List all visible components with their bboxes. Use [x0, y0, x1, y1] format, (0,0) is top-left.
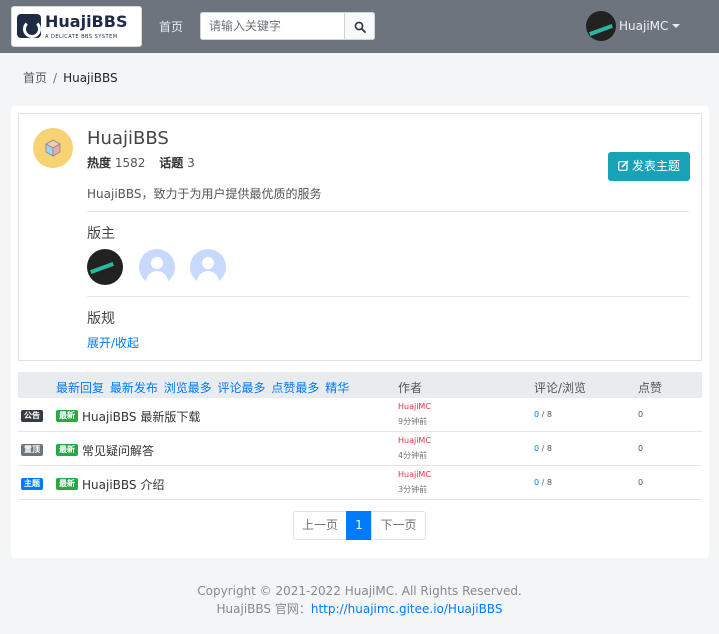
moderator-avatar[interactable]	[87, 249, 123, 285]
post-topic-label: 发表主题	[631, 159, 680, 173]
logo-mark-icon	[17, 14, 41, 38]
divider	[87, 296, 689, 297]
user-name: HuajiMC	[619, 19, 669, 33]
table-row[interactable]: 置顶 最新 常见疑问解答 HuajiMC 4分钟前 0 / 8 0	[18, 432, 702, 466]
prev-page-button[interactable]: 上一页	[293, 511, 347, 540]
logo-title: HuajiBBS	[45, 12, 128, 31]
topic-title-link[interactable]: HuajiBBS 最新版下载	[82, 408, 200, 425]
like-count: 0	[638, 410, 644, 419]
topic-title-link[interactable]: HuajiBBS 介绍	[82, 476, 164, 493]
cube-icon	[45, 139, 61, 157]
post-topic-button[interactable]: 发表主题	[608, 152, 690, 181]
breadcrumb-separator: /	[53, 71, 58, 85]
heat-label: 热度	[87, 156, 112, 170]
type-badge: 公告	[21, 410, 43, 422]
board-title: HuajiBBS	[87, 128, 169, 149]
post-time: 3分钟前	[398, 485, 428, 494]
next-page-button[interactable]: 下一页	[371, 511, 426, 540]
search-box	[200, 12, 375, 40]
comment-count: 0	[534, 444, 540, 453]
topic-table-header: 最新回复 最新发布 浏览最多 评论最多 点赞最多 精华 作者 评论/浏览 点赞	[18, 372, 702, 398]
topic-title-link[interactable]: 常见疑问解答	[82, 442, 154, 459]
topics-label: 话题	[159, 156, 184, 170]
heat-value: 1582	[114, 156, 146, 170]
view-count: / 8	[541, 410, 552, 419]
edit-icon	[618, 160, 629, 171]
moderator-avatar[interactable]	[190, 249, 226, 285]
copyright-text: Copyright © 2021-2022 HuajiMC. All Right…	[197, 584, 522, 598]
site-link[interactable]: http://huajimc.gitee.io/HuajiBBS	[311, 602, 503, 616]
topics-value: 3	[187, 156, 195, 170]
type-badge: 主题	[21, 478, 43, 490]
divider	[87, 211, 689, 212]
search-button[interactable]	[345, 12, 375, 40]
logo-subtitle: A DELICATE BBS SYSTEM	[45, 34, 118, 40]
site-label: HuajiBBS 官网：	[216, 602, 311, 616]
site-logo[interactable]: HuajiBBS A DELICATE BBS SYSTEM	[11, 6, 142, 47]
page-number-button[interactable]: 1	[346, 511, 372, 540]
like-count: 0	[638, 444, 644, 453]
comment-view-count: 0 / 8	[534, 410, 552, 419]
sort-most-commented[interactable]: 评论最多	[218, 381, 266, 395]
main-card: HuajiBBS 热度 1582 话题 3 HuajiBBS，致力于为用户提供最…	[11, 106, 709, 558]
user-avatar	[586, 11, 616, 41]
sort-most-viewed[interactable]: 浏览最多	[164, 381, 212, 395]
sort-latest-post[interactable]: 最新发布	[110, 381, 158, 395]
sort-featured[interactable]: 精华	[325, 381, 349, 395]
search-icon	[354, 21, 366, 33]
navbar: HuajiBBS A DELICATE BBS SYSTEM 首页 HuajiM…	[0, 0, 719, 53]
comment-count: 0	[534, 410, 540, 419]
view-count: / 8	[541, 444, 552, 453]
author-link[interactable]: HuajiMC	[398, 402, 431, 411]
col-likes: 点赞	[638, 381, 663, 395]
breadcrumb: 首页 / HuajiBBS	[23, 69, 118, 86]
board-description: HuajiBBS，致力于为用户提供最优质的服务	[87, 187, 322, 201]
chevron-down-icon	[672, 24, 680, 28]
board-stats: 热度 1582 话题 3	[87, 154, 195, 171]
comment-view-count: 0 / 8	[534, 444, 552, 453]
footer: Copyright © 2021-2022 HuajiMC. All Right…	[0, 582, 719, 618]
breadcrumb-current: HuajiBBS	[63, 71, 118, 85]
col-views: 评论/浏览	[534, 381, 587, 395]
comment-count: 0	[534, 478, 540, 487]
new-badge: 最新	[56, 410, 78, 422]
expand-toggle-link[interactable]: 展开/收起	[87, 334, 139, 351]
rules-title: 版规	[87, 311, 115, 327]
board-info: HuajiBBS 热度 1582 话题 3 HuajiBBS，致力于为用户提供最…	[18, 113, 702, 361]
moderator-avatar[interactable]	[139, 249, 175, 285]
board-avatar	[33, 128, 73, 168]
nav-home-link[interactable]: 首页	[159, 18, 183, 35]
type-badge: 置顶	[21, 444, 43, 456]
breadcrumb-home[interactable]: 首页	[23, 71, 47, 85]
sort-latest-reply[interactable]: 最新回复	[56, 381, 104, 395]
search-input[interactable]	[200, 12, 345, 40]
col-author: 作者	[398, 381, 423, 395]
new-badge: 最新	[56, 444, 78, 456]
moderators-title: 版主	[87, 226, 115, 242]
comment-view-count: 0 / 8	[534, 478, 552, 487]
author-link[interactable]: HuajiMC	[398, 436, 431, 445]
view-count: / 8	[541, 478, 552, 487]
post-time: 9分钟前	[398, 417, 428, 426]
sort-most-liked[interactable]: 点赞最多	[271, 381, 319, 395]
post-time: 4分钟前	[398, 451, 428, 460]
author-link[interactable]: HuajiMC	[398, 470, 431, 479]
table-row[interactable]: 主题 最新 HuajiBBS 介绍 HuajiMC 3分钟前 0 / 8 0	[18, 466, 702, 500]
sort-links: 最新回复 最新发布 浏览最多 评论最多 点赞最多 精华	[56, 379, 351, 396]
new-badge: 最新	[56, 478, 78, 490]
table-row[interactable]: 公告 最新 HuajiBBS 最新版下载 HuajiMC 9分钟前 0 / 8 …	[18, 398, 702, 432]
like-count: 0	[638, 478, 644, 487]
